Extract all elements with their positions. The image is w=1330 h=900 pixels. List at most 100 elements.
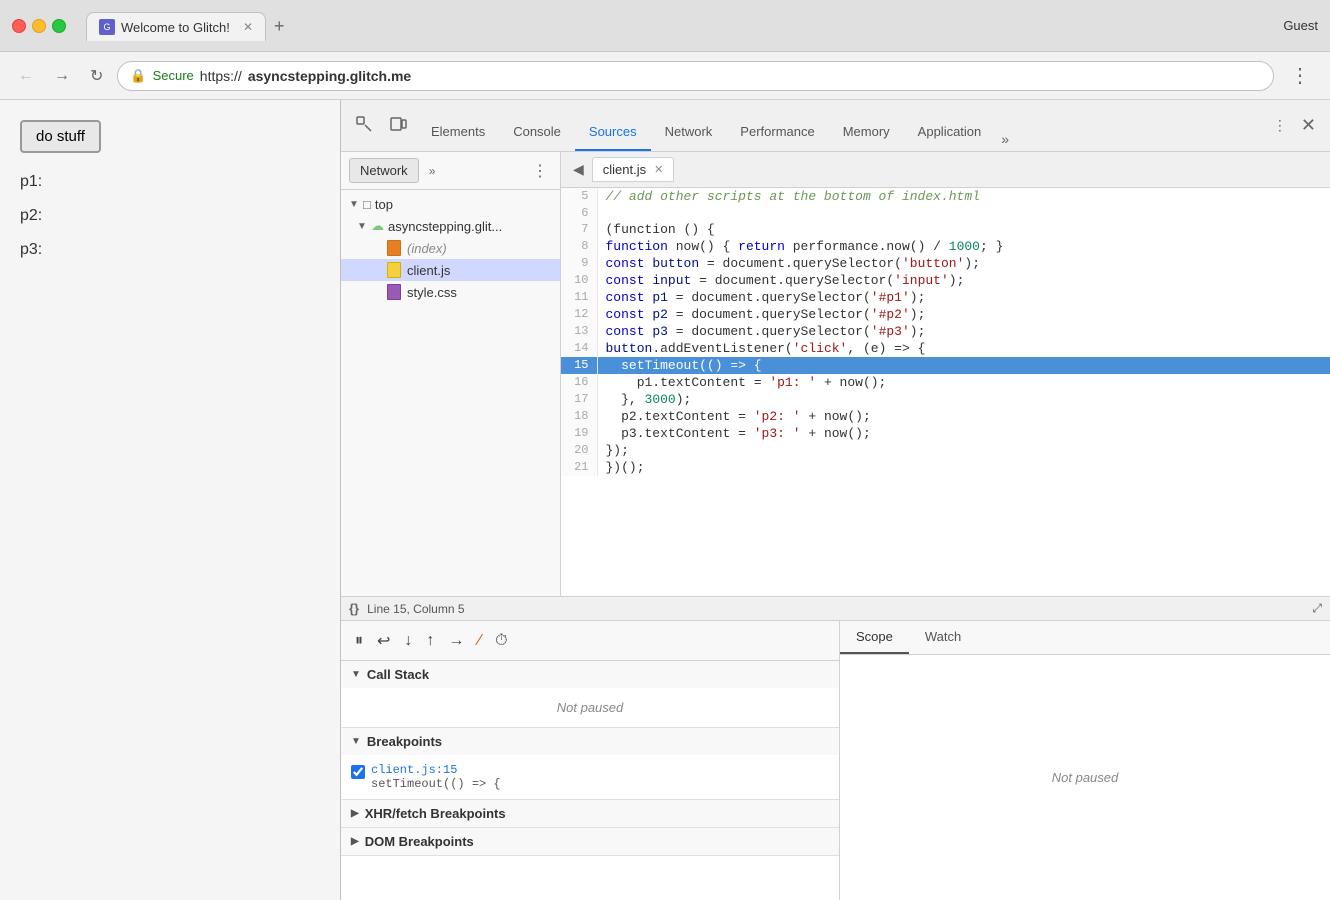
new-tab-button[interactable]: + — [270, 13, 289, 39]
line-code: }); — [597, 442, 1330, 459]
more-tabs-button[interactable]: » — [995, 127, 1015, 151]
code-line-15[interactable]: 15 setTimeout(() => { — [561, 357, 1330, 374]
maximize-button[interactable] — [52, 19, 66, 33]
code-line-20[interactable]: 20}); — [561, 442, 1330, 459]
minimize-button[interactable] — [32, 19, 46, 33]
back-button[interactable]: ← — [12, 63, 40, 89]
scope-tab-watch[interactable]: Watch — [909, 621, 977, 654]
line-code: button.addEventListener('click', (e) => … — [597, 340, 1330, 357]
tab-console[interactable]: Console — [499, 104, 575, 151]
file-tree-network-tab[interactable]: Network — [349, 158, 419, 183]
code-line-7[interactable]: 7(function () { — [561, 221, 1330, 238]
sources-panel: Network » ⋮ ▼ □ top — [341, 152, 1330, 620]
line-number: 19 — [561, 425, 597, 442]
devtools-header-right: ⋮ ✕ — [1267, 111, 1322, 140]
tab-network[interactable]: Network — [651, 104, 727, 151]
xhr-section: ▶ XHR/fetch Breakpoints — [341, 800, 839, 828]
xhr-header[interactable]: ▶ XHR/fetch Breakpoints — [341, 800, 839, 827]
close-button[interactable] — [12, 19, 26, 33]
inspect-element-button[interactable] — [349, 111, 379, 140]
code-line-6[interactable]: 6 — [561, 205, 1330, 221]
dom-arrow: ▶ — [351, 836, 359, 847]
code-line-16[interactable]: 16 p1.textContent = 'p1: ' + now(); — [561, 374, 1330, 391]
code-line-13[interactable]: 13const p3 = document.querySelector('#p3… — [561, 323, 1330, 340]
call-stack-header[interactable]: ▼ Call Stack — [341, 661, 839, 688]
code-line-8[interactable]: 8function now() { return performance.now… — [561, 238, 1330, 255]
do-stuff-button[interactable]: do stuff — [20, 120, 101, 153]
step-into-button[interactable]: ↓ — [398, 628, 418, 654]
device-toolbar-button[interactable] — [383, 111, 413, 140]
tab-memory[interactable]: Memory — [829, 104, 904, 151]
tab-performance[interactable]: Performance — [726, 104, 828, 151]
devtools-body: Network » ⋮ ▼ □ top — [341, 152, 1330, 900]
tree-label-style-css: style.css — [407, 285, 457, 300]
line-number: 18 — [561, 408, 597, 425]
sources-top: Network » ⋮ ▼ □ top — [341, 152, 1330, 596]
call-stack-arrow: ▼ — [351, 669, 361, 680]
line-code: const p2 = document.querySelector('#p2')… — [597, 306, 1330, 323]
browser-tab-active[interactable]: G Welcome to Glitch! ✕ — [86, 12, 266, 41]
step-out-button[interactable]: ↑ — [420, 628, 440, 654]
devtools-settings-button[interactable]: ⋮ — [1267, 113, 1293, 138]
breakpoints-section: ▼ Breakpoints client.js:15 setTimeout(()… — [341, 728, 839, 800]
file-tree-more-button[interactable]: » — [423, 162, 442, 180]
url-bar[interactable]: 🔒 Secure https://asyncstepping.glitch.me — [117, 61, 1274, 91]
code-line-12[interactable]: 12const p2 = document.querySelector('#p2… — [561, 306, 1330, 323]
url-domain: asyncstepping.glitch.me — [248, 68, 411, 84]
line-number: 17 — [561, 391, 597, 408]
tab-application[interactable]: Application — [904, 104, 996, 151]
debugger-left: ⏸ ↩ ↓ ↑ → ⁄ ⏱ ▼ — [341, 621, 840, 900]
status-expand-icon[interactable]: ⤢ — [1312, 601, 1322, 616]
file-tree-header: Network » ⋮ — [341, 152, 560, 190]
tree-item-client-js[interactable]: ▶ client.js — [341, 259, 560, 281]
browser-menu-button[interactable]: ⋮ — [1282, 59, 1318, 92]
pause-resume-button[interactable]: ⏸ — [349, 628, 369, 654]
tree-item-domain[interactable]: ▼ ☁ asyncstepping.glit... — [341, 215, 560, 237]
tab-sources[interactable]: Sources — [575, 104, 651, 151]
code-line-19[interactable]: 19 p3.textContent = 'p3: ' + now(); — [561, 425, 1330, 442]
scope-tab-scope[interactable]: Scope — [840, 621, 909, 654]
code-line-17[interactable]: 17 }, 3000); — [561, 391, 1330, 408]
code-nav-back-button[interactable]: ◀ — [569, 159, 588, 180]
tab-title: Welcome to Glitch! — [121, 20, 230, 35]
code-editor[interactable]: 5// add other scripts at the bottom of i… — [561, 188, 1330, 596]
step-button[interactable]: → — [442, 628, 470, 654]
tree-label-domain: asyncstepping.glit... — [388, 219, 502, 234]
tree-label-client-js: client.js — [407, 263, 450, 278]
tree-item-style-css[interactable]: ▶ style.css — [341, 281, 560, 303]
line-code: const input = document.querySelector('in… — [597, 272, 1330, 289]
css-file-icon — [387, 284, 401, 300]
deactivate-breakpoints-button[interactable]: ⁄ — [472, 628, 487, 654]
code-line-9[interactable]: 9const button = document.querySelector('… — [561, 255, 1330, 272]
dom-section: ▶ DOM Breakpoints — [341, 828, 839, 856]
breakpoint-checkbox[interactable] — [351, 765, 365, 779]
code-line-14[interactable]: 14button.addEventListener('click', (e) =… — [561, 340, 1330, 357]
step-over-button[interactable]: ↩ — [371, 627, 396, 655]
secure-label: Secure — [153, 68, 194, 83]
code-line-21[interactable]: 21})(); — [561, 459, 1330, 476]
breakpoints-header[interactable]: ▼ Breakpoints — [341, 728, 839, 755]
breakpoints-content: client.js:15 setTimeout(() => { — [341, 755, 839, 799]
code-line-11[interactable]: 11const p1 = document.querySelector('#p1… — [561, 289, 1330, 306]
tree-item-index[interactable]: ▶ (index) — [341, 237, 560, 259]
code-line-5[interactable]: 5// add other scripts at the bottom of i… — [561, 188, 1330, 205]
reload-button[interactable]: ↻ — [84, 62, 109, 90]
code-line-10[interactable]: 10const input = document.querySelector('… — [561, 272, 1330, 289]
file-tree-menu-button[interactable]: ⋮ — [528, 159, 552, 183]
line-number: 13 — [561, 323, 597, 340]
debugger-sections: ▼ Call Stack Not paused ▼ — [341, 661, 839, 900]
code-file-tab-client-js[interactable]: client.js ✕ — [592, 157, 675, 182]
line-number: 10 — [561, 272, 597, 289]
code-file-tab-close[interactable]: ✕ — [654, 163, 663, 176]
tab-close-button[interactable]: ✕ — [243, 20, 253, 34]
forward-button[interactable]: → — [48, 63, 76, 89]
breakpoint-code: setTimeout(() => { — [371, 777, 501, 791]
tree-item-top[interactable]: ▼ □ top — [341, 194, 560, 215]
breakpoints-pause-button[interactable]: ⏱ — [489, 628, 513, 654]
titlebar: G Welcome to Glitch! ✕ + Guest — [0, 0, 1330, 52]
call-stack-content: Not paused — [341, 688, 839, 727]
devtools-close-button[interactable]: ✕ — [1295, 111, 1322, 140]
dom-header[interactable]: ▶ DOM Breakpoints — [341, 828, 839, 855]
code-line-18[interactable]: 18 p2.textContent = 'p2: ' + now(); — [561, 408, 1330, 425]
tab-elements[interactable]: Elements — [417, 104, 499, 151]
